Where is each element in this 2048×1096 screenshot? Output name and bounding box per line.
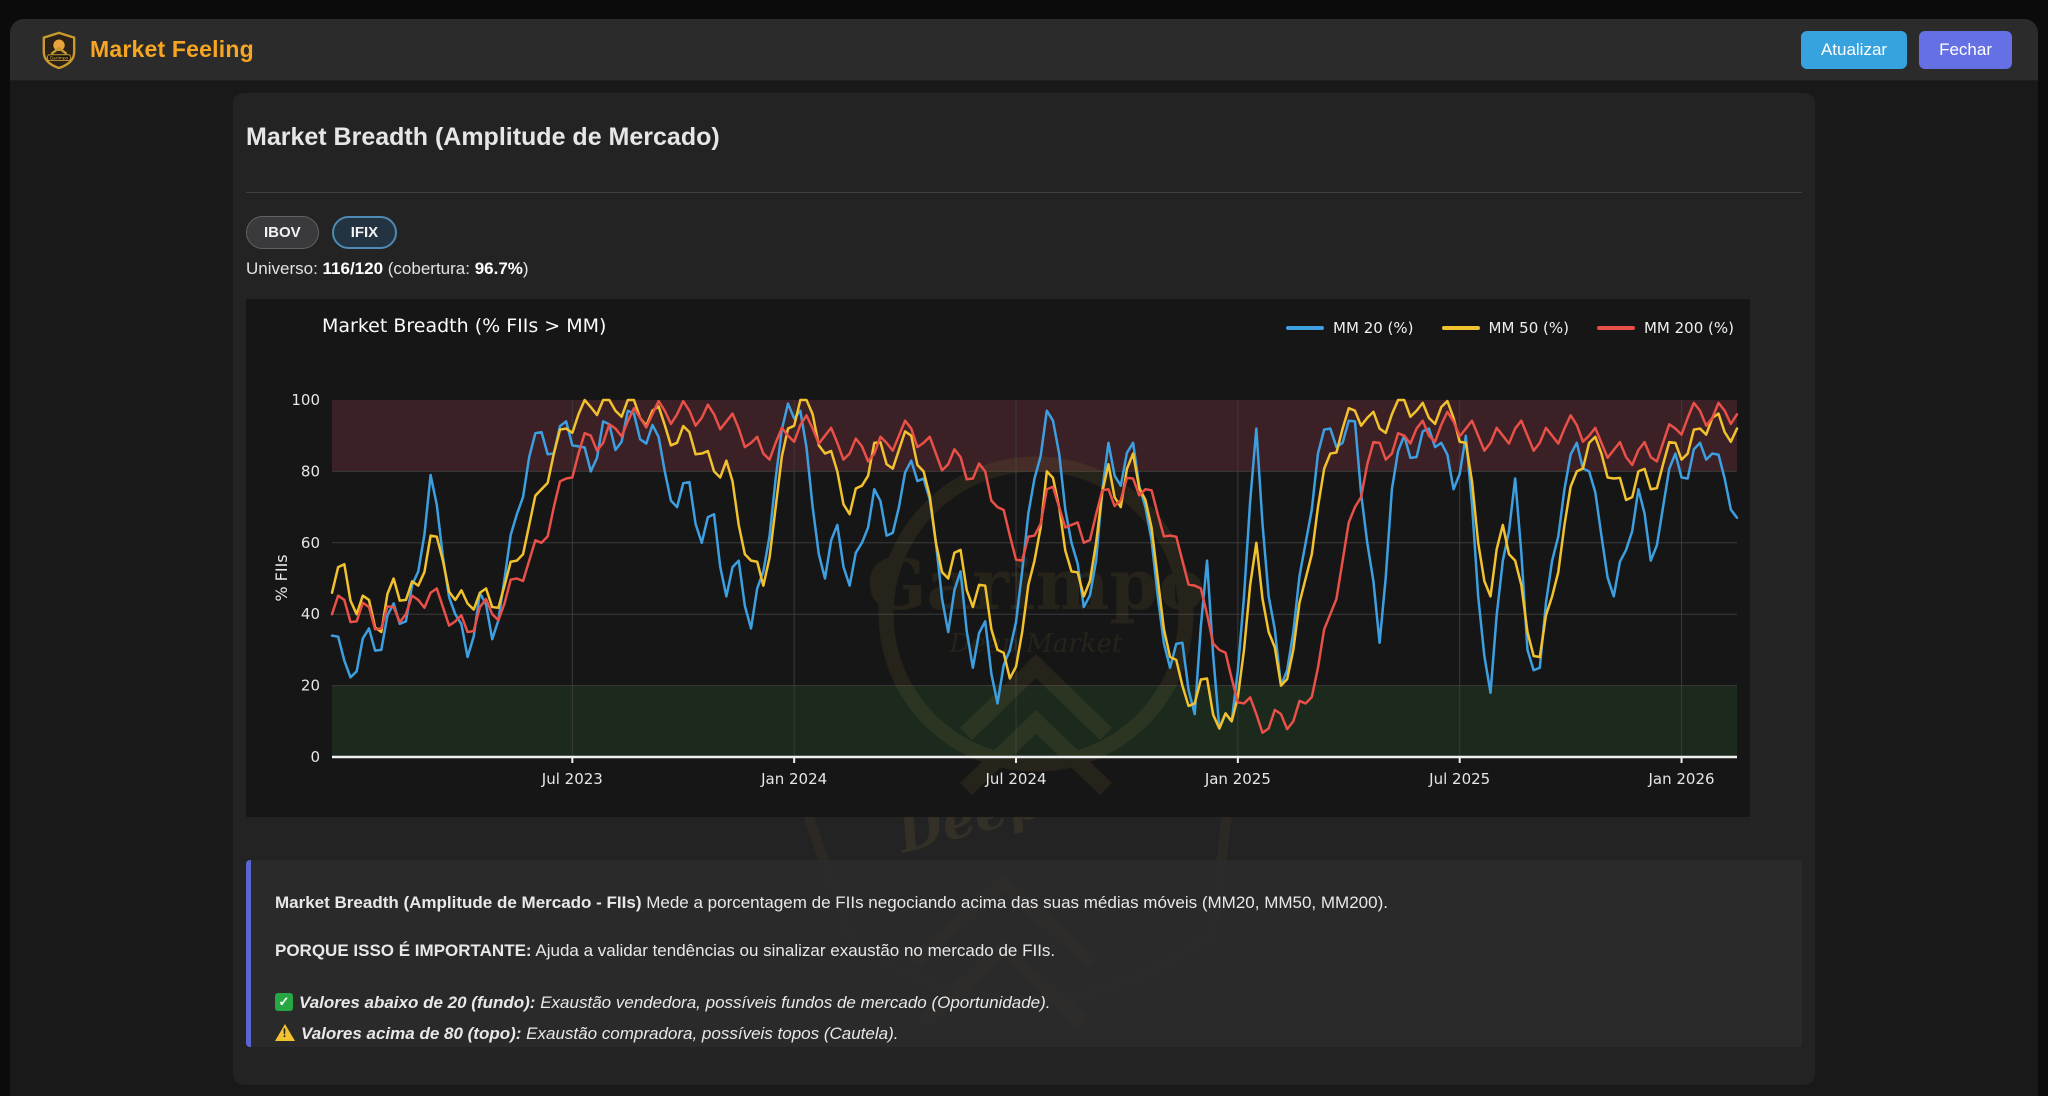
legend-item-mm50: MM 50 (%): [1442, 319, 1569, 337]
refresh-button[interactable]: Atualizar: [1801, 31, 1907, 69]
tab-ifix[interactable]: IFIX: [332, 216, 398, 249]
legend-label-mm50: MM 50 (%): [1489, 319, 1569, 337]
chart-title: Market Breadth (% FIIs > MM): [322, 315, 606, 337]
svg-text:Jan 2026: Jan 2026: [1648, 770, 1715, 788]
legend-label-mm20: MM 20 (%): [1333, 319, 1413, 337]
info-line-importance: PORQUE ISSO É IMPORTANTE: Ajuda a valida…: [275, 940, 1772, 961]
svg-text:40: 40: [301, 605, 320, 623]
svg-text:Jul 2024: Jul 2024: [984, 770, 1046, 788]
svg-text:0: 0: [310, 748, 320, 766]
svg-text:60: 60: [301, 534, 320, 552]
app-header: Garimpo Market Feeling Atualizar Fechar: [10, 19, 2038, 81]
svg-text:80: 80: [301, 462, 320, 480]
chart-legend: MM 20 (%) MM 50 (%) MM 200 (%): [1286, 319, 1734, 337]
svg-text:Garimpo: Garimpo: [50, 55, 69, 61]
svg-text:Jan 2024: Jan 2024: [760, 770, 827, 788]
market-breadth-card: Market Breadth (Amplitude de Mercado) IB…: [233, 93, 1815, 1085]
page-title: Market Breadth (Amplitude de Mercado): [246, 123, 720, 152]
header-actions: Atualizar Fechar: [1801, 31, 2012, 69]
svg-text:Jan 2025: Jan 2025: [1204, 770, 1271, 788]
legend-label-mm200: MM 200 (%): [1644, 319, 1734, 337]
legend-item-mm20: MM 20 (%): [1286, 319, 1413, 337]
universe-count: 116/120: [323, 259, 384, 278]
universe-stats: Universo: 116/120 (cobertura: 96.7%): [246, 259, 529, 279]
svg-text:100: 100: [291, 391, 320, 409]
tab-ibov[interactable]: IBOV: [246, 216, 319, 249]
brand: Garimpo Market Feeling: [40, 31, 254, 69]
market-breadth-chart: GarimpoDeep Market020406080100Jul 2023Ja…: [246, 299, 1750, 817]
mm20-line-swatch: [1286, 326, 1324, 330]
close-button[interactable]: Fechar: [1919, 31, 2012, 69]
mm200-line-swatch: [1597, 326, 1635, 330]
check-icon: [275, 993, 293, 1011]
title-divider: [246, 192, 1802, 193]
info-line-definition: Market Breadth (Amplitude de Mercado - F…: [275, 892, 1772, 913]
index-tabs: IBOV IFIX: [246, 216, 397, 249]
garimpo-logo-icon: Garimpo: [40, 31, 78, 69]
chart-plot-area: GarimpoDeep Market020406080100Jul 2023Ja…: [246, 299, 1750, 817]
svg-text:20: 20: [301, 677, 320, 695]
svg-text:Jul 2023: Jul 2023: [541, 770, 603, 788]
mm50-line-swatch: [1442, 326, 1480, 330]
universe-coverage: 96.7%: [475, 259, 523, 278]
app-title: Market Feeling: [90, 36, 254, 63]
info-line-top-rule: Valores acima de 80 (topo): Exaustão com…: [275, 1023, 1772, 1044]
legend-item-mm200: MM 200 (%): [1597, 319, 1734, 337]
info-box: Market Breadth (Amplitude de Mercado - F…: [246, 860, 1802, 1047]
y-axis-label: % FIIs: [272, 554, 291, 601]
warning-icon: [275, 1024, 295, 1041]
svg-text:Jul 2025: Jul 2025: [1428, 770, 1490, 788]
app-window: Garimpo Market Feeling Atualizar Fechar …: [10, 19, 2038, 1096]
info-line-bottom-rule: Valores abaixo de 20 (fundo): Exaustão v…: [275, 992, 1772, 1013]
